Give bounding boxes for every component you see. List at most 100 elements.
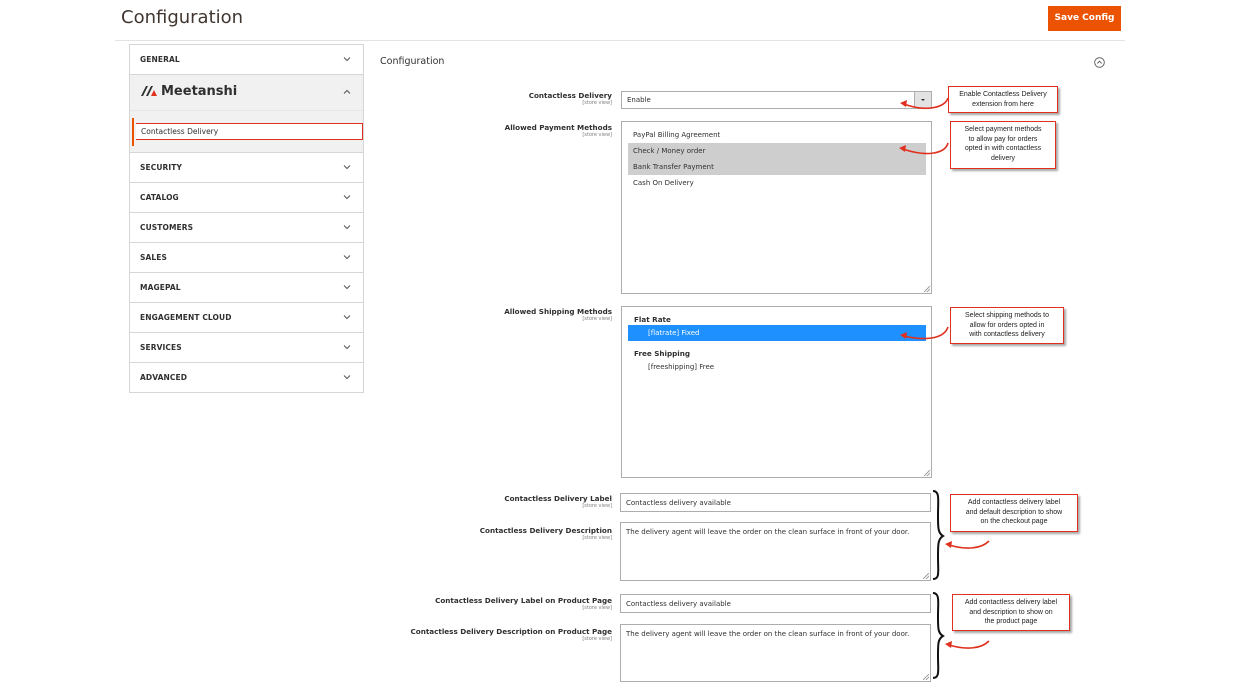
callout-line: with contactless delivery bbox=[969, 331, 1045, 338]
nav-general[interactable]: GENERAL bbox=[130, 45, 363, 75]
callout-line: on the checkout page bbox=[980, 518, 1048, 525]
collapse-circle-icon[interactable] bbox=[1094, 57, 1105, 68]
delivery-description-textarea[interactable]: The delivery agent will leave the order … bbox=[620, 522, 931, 581]
callout-enable: Enable Contactless Delivery extension fr… bbox=[948, 86, 1058, 113]
nav-advanced[interactable]: ADVANCED bbox=[130, 363, 363, 392]
pp-label-input[interactable]: Contactless delivery available bbox=[620, 594, 931, 613]
field-label: Contactless Delivery Description bbox=[479, 526, 612, 535]
nav-contactless-delivery[interactable]: Contactless Delivery bbox=[132, 118, 363, 146]
callout-line: Add contactless delivery label bbox=[964, 599, 1058, 606]
contactless-delivery-select[interactable]: Enable bbox=[621, 91, 932, 109]
nav-magepal[interactable]: MAGEPAL bbox=[130, 273, 363, 303]
header-divider bbox=[115, 40, 1125, 41]
shipping-option[interactable]: [flatrate] Fixed bbox=[628, 325, 926, 341]
nav-item-label: SECURITY bbox=[140, 163, 183, 172]
callout-line: to allow pay for orders bbox=[968, 135, 1038, 143]
nav-sales[interactable]: SALES bbox=[130, 243, 363, 273]
nav-security[interactable]: SECURITY bbox=[130, 153, 363, 183]
scope-label: [store view] bbox=[582, 503, 612, 509]
callout-line: allow for orders opted in bbox=[969, 321, 1045, 329]
nav-engagement-cloud[interactable]: ENGAGEMENT CLOUD bbox=[130, 303, 363, 333]
meetanshi-logo-icon bbox=[141, 86, 157, 96]
field-label: Contactless Delivery bbox=[528, 91, 612, 100]
chevron-up-icon bbox=[343, 89, 351, 94]
callout-line: Select payment methods bbox=[964, 126, 1042, 133]
payment-option[interactable]: Bank Transfer Payment bbox=[628, 159, 926, 175]
scope-label: [store view] bbox=[582, 605, 612, 611]
payment-methods-label-group: Allowed Payment Methods [store view] bbox=[505, 123, 612, 138]
delivery-label-label-group: Contactless Delivery Label [store view] bbox=[504, 494, 612, 509]
chevron-down-icon bbox=[343, 345, 351, 350]
field-label: Allowed Shipping Methods bbox=[504, 307, 612, 316]
shipping-methods-multiselect[interactable]: Flat Rate [flatrate] Fixed Free Shipping… bbox=[621, 306, 932, 478]
callout-line: Select shipping methods to bbox=[964, 312, 1050, 319]
nav-item-label: CUSTOMERS bbox=[140, 223, 194, 232]
callout-line: and default description to show bbox=[965, 508, 1063, 516]
payment-option[interactable]: Check / Money order bbox=[628, 143, 926, 159]
payment-option[interactable]: Cash On Delivery bbox=[628, 175, 926, 191]
config-sidebar: GENERAL Meetanshi Contactless Delivery S… bbox=[129, 44, 364, 393]
shipping-group-label: Free Shipping bbox=[634, 349, 691, 358]
section-title: Configuration bbox=[380, 56, 445, 67]
callout-line: Add contactless delivery label bbox=[967, 499, 1061, 506]
callout-product-page: Add contactless delivery label and descr… bbox=[952, 594, 1070, 631]
textarea-value: The delivery agent will leave the order … bbox=[626, 528, 910, 536]
nav-services[interactable]: SERVICES bbox=[130, 333, 363, 363]
brace-icon bbox=[932, 592, 945, 679]
scope-label: [store view] bbox=[582, 316, 612, 322]
payment-methods-multiselect[interactable]: PayPal Billing Agreement Check / Money o… bbox=[621, 121, 932, 294]
callout-line: delivery bbox=[990, 154, 1016, 162]
callout-shipping: Select shipping methods to allow for ord… bbox=[950, 307, 1064, 344]
scope-label: [store view] bbox=[582, 100, 612, 106]
chevron-down-icon bbox=[343, 375, 351, 380]
meetanshi-submenu: Contactless Delivery bbox=[130, 111, 363, 153]
field-label: Contactless Delivery Description on Prod… bbox=[410, 627, 612, 636]
chevron-down-icon bbox=[343, 225, 351, 230]
meetanshi-brand-label: Meetanshi bbox=[161, 84, 238, 99]
callout-line: the product page bbox=[984, 618, 1038, 625]
resize-handle[interactable] bbox=[923, 573, 929, 579]
chevron-down-icon bbox=[343, 57, 351, 62]
scope-label: [store view] bbox=[582, 132, 612, 138]
callout-line: extension from here bbox=[972, 100, 1034, 108]
arrow-curve bbox=[948, 540, 990, 549]
callout-payment: Select payment methods to allow pay for … bbox=[950, 121, 1056, 169]
textarea-value: The delivery agent will leave the order … bbox=[626, 630, 910, 638]
pp-description-textarea[interactable]: The delivery agent will leave the order … bbox=[620, 624, 931, 682]
nav-item-label: CATALOG bbox=[140, 193, 179, 202]
caret-down-icon bbox=[921, 99, 925, 101]
resize-handle[interactable] bbox=[923, 674, 929, 680]
chevron-down-icon bbox=[343, 195, 351, 200]
callout-line: opted in with contactless bbox=[964, 145, 1042, 152]
page-title: Configuration bbox=[121, 7, 244, 28]
payment-option[interactable]: PayPal Billing Agreement bbox=[628, 127, 926, 143]
callout-line: Enable Contactless Delivery bbox=[959, 91, 1047, 98]
chevron-down-icon bbox=[343, 285, 351, 290]
nav-item-label: SALES bbox=[140, 253, 168, 262]
field-label: Allowed Payment Methods bbox=[504, 123, 612, 132]
scope-label: [store view] bbox=[582, 535, 612, 541]
callout-checkout: Add contactless delivery label and defau… bbox=[950, 494, 1078, 532]
select-dropdown-button[interactable] bbox=[914, 92, 931, 108]
shipping-methods-label-group: Allowed Shipping Methods [store view] bbox=[504, 307, 612, 322]
pp-description-label-group: Contactless Delivery Description on Prod… bbox=[411, 627, 612, 642]
delivery-label-input[interactable]: Contactless delivery available bbox=[620, 493, 931, 512]
save-config-button[interactable]: Save Config bbox=[1048, 6, 1121, 31]
input-value: Contactless delivery available bbox=[626, 600, 731, 608]
pp-label-label-group: Contactless Delivery Label on Product Pa… bbox=[435, 596, 612, 611]
delivery-description-label-group: Contactless Delivery Description [store … bbox=[480, 526, 612, 541]
nav-catalog[interactable]: CATALOG bbox=[130, 183, 363, 213]
select-value: Enable bbox=[627, 96, 651, 104]
chevron-down-icon bbox=[343, 165, 351, 170]
nav-customers[interactable]: CUSTOMERS bbox=[130, 213, 363, 243]
scope-label: [store view] bbox=[582, 636, 612, 642]
nav-meetanshi[interactable]: Meetanshi bbox=[130, 75, 363, 111]
resize-handle[interactable] bbox=[924, 286, 930, 292]
contactless-delivery-label-group: Contactless Delivery [store view] bbox=[529, 91, 612, 106]
shipping-group-label: Flat Rate bbox=[634, 315, 671, 324]
nav-general-label: GENERAL bbox=[140, 55, 180, 64]
shipping-option[interactable]: [freeshipping] Free bbox=[628, 359, 926, 375]
nav-item-label: MAGEPAL bbox=[140, 283, 181, 292]
resize-handle[interactable] bbox=[924, 470, 930, 476]
chevron-down-icon bbox=[343, 315, 351, 320]
